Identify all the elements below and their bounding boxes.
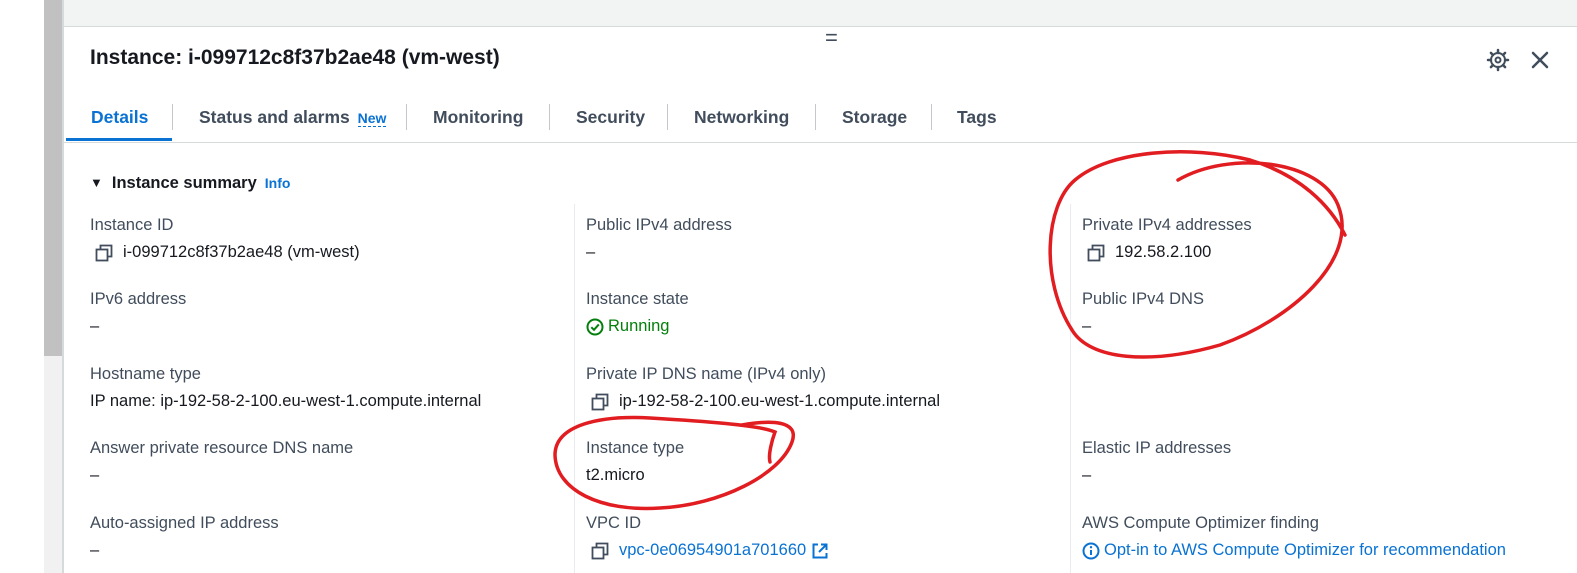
annotation-circle-instance-type [553, 415, 796, 511]
external-link-icon[interactable] [811, 542, 829, 560]
new-badge: New [357, 110, 387, 127]
public-ipv4-dns-value: – [1082, 317, 1092, 335]
tab-monitoring[interactable]: Monitoring [433, 96, 523, 142]
close-icon[interactable] [1528, 48, 1552, 72]
ipv6-value: – [90, 317, 100, 335]
ipv6-label: IPv6 address [90, 290, 187, 308]
optimizer-value: Opt-in to AWS Compute Optimizer for reco… [1082, 541, 1506, 560]
copy-icon[interactable] [591, 542, 609, 560]
instance-id-text: i-099712c8f37b2ae48 (vm-west) [123, 243, 360, 261]
panel-edge [62, 0, 64, 573]
tab-tags[interactable]: Tags [957, 96, 997, 142]
optimizer-label: AWS Compute Optimizer finding [1082, 514, 1319, 532]
top-strip [64, 0, 1577, 27]
column-divider [1070, 204, 1071, 573]
tab-networking[interactable]: Networking [694, 96, 789, 142]
annotation-overlay [553, 150, 1347, 511]
private-ipv4-text: 192.58.2.100 [1115, 243, 1212, 261]
tab-separator [172, 104, 173, 130]
vpc-id-link[interactable]: vpc-0e06954901a701660 [619, 541, 806, 560]
section-instance-summary[interactable]: ▼ Instance summary Info [90, 174, 290, 193]
check-circle-icon [586, 318, 604, 335]
instance-id-value: i-099712c8f37b2ae48 (vm-west) [95, 243, 360, 262]
instance-state-text: Running [608, 317, 670, 335]
instance-type-value: t2.micro [586, 466, 645, 484]
private-ip-dns-value: ip-192-58-2-100.eu-west-1.compute.intern… [591, 392, 940, 411]
private-ip-dns-text: ip-192-58-2-100.eu-west-1.compute.intern… [619, 392, 941, 410]
tab-separator [549, 104, 550, 130]
auto-ip-label: Auto-assigned IP address [90, 514, 279, 532]
answer-dns-label: Answer private resource DNS name [90, 439, 354, 457]
copy-icon[interactable] [95, 244, 113, 262]
copy-icon[interactable] [591, 393, 609, 411]
private-ip-dns-label: Private IP DNS name (IPv4 only) [586, 365, 826, 383]
tab-security[interactable]: Security [576, 96, 645, 142]
elastic-ip-value: – [1082, 466, 1092, 484]
caret-down-icon: ▼ [90, 175, 103, 190]
optimizer-link[interactable]: Opt-in to AWS Compute Optimizer for reco… [1104, 541, 1506, 560]
tab-bar: Details Status and alarms New Monitoring… [64, 96, 1577, 143]
section-title: Instance summary [111, 174, 257, 192]
vpc-id-label: VPC ID [586, 514, 642, 532]
drag-handle-icon[interactable]: = [825, 27, 838, 49]
instance-state-label: Instance state [586, 290, 689, 308]
tab-storage[interactable]: Storage [842, 96, 907, 142]
scrollbar-thumb[interactable] [44, 0, 62, 356]
copy-icon[interactable] [1087, 244, 1105, 262]
info-circle-icon [1082, 542, 1100, 559]
auto-ip-value: – [90, 541, 100, 559]
gear-icon[interactable] [1486, 48, 1510, 72]
instance-type-label: Instance type [586, 439, 685, 457]
private-ipv4-value: 192.58.2.100 [1087, 243, 1211, 262]
left-gutter [0, 0, 44, 573]
public-ipv4-value: – [586, 243, 596, 261]
info-link[interactable]: Info [265, 175, 291, 191]
vpc-id-value: vpc-0e06954901a701660 [591, 541, 829, 560]
tab-separator [667, 104, 668, 130]
public-ipv4-label: Public IPv4 address [586, 216, 732, 234]
column-divider [574, 204, 575, 573]
hostname-type-value: IP name: ip-192-58-2-100.eu-west-1.compu… [90, 392, 482, 410]
hostname-type-label: Hostname type [90, 365, 201, 383]
tab-status-label: Status and alarms [199, 107, 350, 127]
instance-id-label: Instance ID [90, 216, 174, 234]
private-ipv4-label: Private IPv4 addresses [1082, 216, 1252, 234]
answer-dns-value: – [90, 466, 100, 484]
panel-title: Instance: i-099712c8f37b2ae48 (vm-west) [90, 46, 500, 69]
elastic-ip-label: Elastic IP addresses [1082, 439, 1232, 457]
instance-state-value: Running [586, 317, 669, 336]
tab-separator [931, 104, 932, 130]
tab-details[interactable]: Details [91, 96, 148, 142]
tab-status-and-alarms[interactable]: Status and alarms New [199, 96, 387, 142]
tab-separator [406, 104, 407, 130]
public-ipv4-dns-label: Public IPv4 DNS [1082, 290, 1204, 308]
active-tab-indicator [66, 138, 172, 141]
tab-separator [815, 104, 816, 130]
